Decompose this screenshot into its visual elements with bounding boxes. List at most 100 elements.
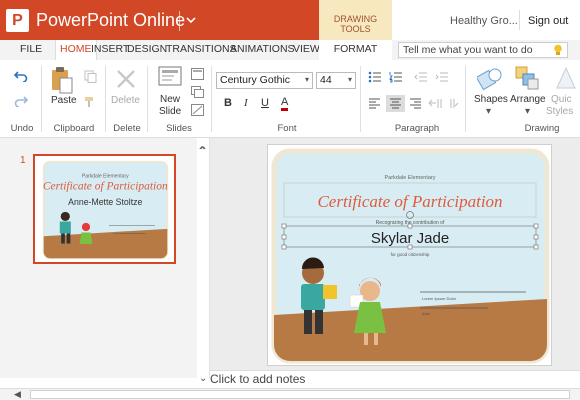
group-label-slides: Slides	[166, 123, 192, 134]
font-size-dropdown[interactable]: 44 ▾	[316, 72, 356, 89]
resize-handle[interactable]	[281, 234, 287, 240]
notes-expand-icon[interactable]: ⌄	[199, 373, 207, 384]
font-name-value: Century Gothic	[220, 74, 291, 86]
copy-icon	[84, 70, 97, 83]
group-label-delete: Delete	[113, 123, 141, 134]
delete-button[interactable]	[115, 68, 137, 93]
italic-button[interactable]: I	[244, 97, 248, 109]
tab-design[interactable]: DESIGN	[127, 40, 167, 60]
signature-label: Lorem Ipsum Dolor	[422, 296, 457, 301]
tab-format[interactable]: FORMAT	[319, 40, 392, 60]
arrange-label: Arrange	[510, 94, 546, 105]
slide-recipient[interactable]: Skylar Jade	[371, 230, 449, 247]
align-right-icon	[410, 98, 421, 109]
undo-icon	[13, 71, 28, 83]
ribbon-separator	[211, 66, 212, 132]
ribbon-separator	[360, 66, 361, 132]
bullets-button[interactable]	[368, 71, 382, 86]
tab-insert[interactable]: INSERT	[91, 40, 129, 60]
slide-reason: for good citizenship	[391, 252, 430, 257]
format-painter-button[interactable]	[84, 95, 97, 111]
undo-button[interactable]	[13, 70, 28, 85]
tab-file[interactable]: FILE	[20, 40, 42, 60]
redo-button[interactable]	[14, 95, 29, 110]
slide-title[interactable]: Certificate of Participation	[317, 192, 502, 211]
slide-number: 1	[20, 155, 26, 166]
group-label-drawing: Drawing	[524, 123, 560, 134]
quick-styles-button[interactable]	[553, 66, 580, 93]
layout-icon	[191, 68, 204, 80]
align-left-button[interactable]	[368, 98, 381, 112]
paste-icon	[52, 67, 73, 94]
align-right-button[interactable]	[409, 98, 422, 112]
horizontal-scrollbar[interactable]	[30, 390, 570, 399]
slide-school: Parkdale Elementary	[384, 175, 435, 181]
new-slide-button[interactable]	[158, 66, 182, 91]
tab-view[interactable]: VIEW	[293, 40, 320, 60]
quick-styles-icon	[556, 66, 576, 89]
shapes-label: Shapes	[474, 94, 508, 105]
resize-handle[interactable]	[533, 234, 539, 240]
ribbon-separator	[465, 66, 466, 132]
format-painter-icon	[85, 97, 93, 107]
resize-handle[interactable]	[281, 244, 287, 250]
arrange-dropdown-icon[interactable]: ▾	[525, 106, 530, 117]
bullets-icon	[368, 71, 381, 83]
copy-button[interactable]	[84, 70, 97, 86]
logo-letter: P	[12, 12, 23, 29]
delete-label: Delete	[111, 95, 140, 106]
current-slide[interactable]: Parkdale Elementary Certificate of Parti…	[267, 144, 552, 366]
underline-button[interactable]: U	[261, 97, 269, 109]
increase-indent-icon	[435, 72, 448, 82]
tab-transitions[interactable]: TRANSITIONS	[166, 40, 237, 60]
hide-slide-button[interactable]	[191, 104, 204, 119]
bold-button[interactable]: B	[224, 97, 232, 109]
arrange-button[interactable]	[515, 66, 539, 93]
shapes-dropdown-icon[interactable]: ▾	[486, 106, 491, 117]
arrange-icon	[515, 66, 539, 90]
resize-handle[interactable]	[281, 223, 287, 229]
slide-canvas: Parkdale Elementary Certificate of Parti…	[271, 148, 550, 364]
quick-styles-label-line2: Styles	[546, 106, 574, 117]
numbering-button[interactable]	[389, 71, 403, 86]
user-area: Healthy Gro... Sign out	[392, 0, 580, 40]
duplicate-slide-button[interactable]	[191, 86, 204, 101]
new-slide-label-line2: Slide	[159, 106, 182, 117]
thumb-recipient: Anne-Mette Stoltze	[68, 197, 142, 207]
date-label: date	[422, 311, 431, 316]
ribbon-separator	[41, 66, 42, 132]
ltr-direction-button[interactable]	[449, 98, 459, 112]
font-color-button[interactable]: A	[281, 97, 289, 111]
tell-me-search[interactable]: Tell me what you want to do	[398, 42, 568, 58]
slide-thumbnail-1[interactable]: Parkdale Elementary Certificate of Parti…	[33, 154, 176, 264]
text-direction-icon	[428, 99, 442, 108]
align-center-button[interactable]	[386, 95, 405, 112]
shapes-button[interactable]	[475, 66, 503, 95]
title-bar: P PowerPoint Online DRAWING TOOLS Health…	[0, 0, 580, 40]
app-menu-chevron-icon[interactable]	[185, 10, 197, 33]
group-label-clipboard: Clipboard	[53, 123, 95, 134]
user-name[interactable]: Healthy Gro...	[450, 15, 518, 27]
text-direction-button[interactable]	[428, 98, 442, 112]
ribbon-tabs: FILE HOME INSERT DESIGN TRANSITIONS ANIM…	[0, 40, 580, 60]
increase-indent-button[interactable]	[435, 71, 449, 86]
scroll-left-icon[interactable]: ◀	[14, 389, 21, 400]
sign-out-link[interactable]: Sign out	[528, 15, 568, 27]
tab-animations[interactable]: ANIMATIONS	[230, 40, 295, 60]
powerpoint-logo-icon[interactable]: P	[6, 9, 29, 32]
resize-handle[interactable]	[533, 244, 539, 250]
group-label-paragraph: Paragraph	[394, 123, 440, 134]
font-name-dropdown[interactable]: Century Gothic ▾	[216, 72, 313, 89]
thumb-title: Certificate of Participation	[43, 180, 168, 192]
thumbnail-scrollbar[interactable]: ⌃	[197, 138, 209, 378]
chevron-down-icon: ▾	[304, 75, 309, 84]
notes-placeholder[interactable]: Click to add notes	[210, 372, 305, 386]
drawing-tools-contextual-tab: DRAWING TOOLS	[319, 0, 392, 40]
decrease-indent-button[interactable]	[414, 71, 428, 86]
app-name[interactable]: PowerPoint Online	[36, 10, 185, 31]
resize-handle[interactable]	[533, 223, 539, 229]
editor-scroll-up-icon[interactable]: ⌃	[198, 144, 208, 158]
user-divider	[519, 10, 520, 30]
layout-button[interactable]	[191, 68, 204, 83]
resize-handle[interactable]	[407, 223, 413, 229]
